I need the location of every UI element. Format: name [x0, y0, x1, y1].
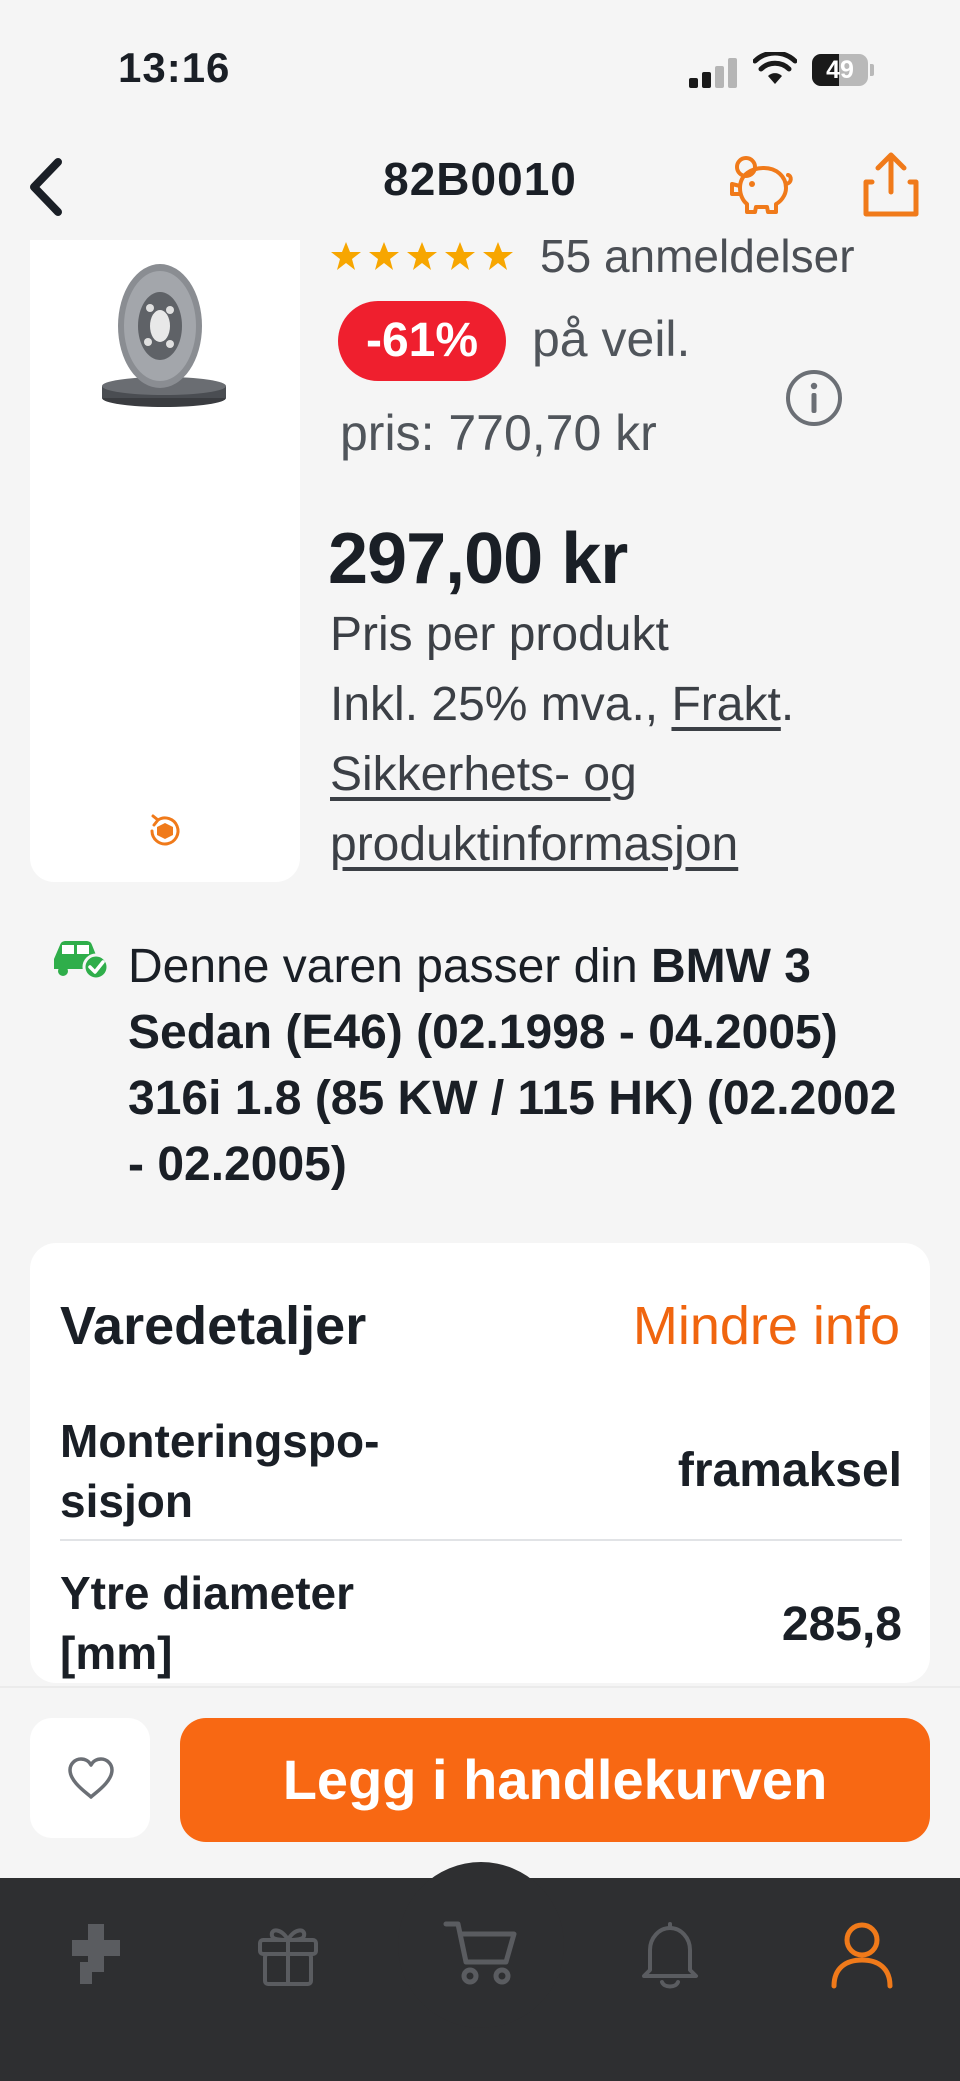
fitment-prefix: Denne varen passer din — [128, 940, 651, 993]
details-title: Varedetaljer — [60, 1296, 367, 1356]
less-info-link[interactable]: Mindre info — [633, 1295, 900, 1357]
rrp-label: på veil. — [532, 311, 691, 367]
battery-icon: 49 — [812, 54, 874, 86]
status-bar: 13:16 49 — [0, 0, 960, 130]
tab-profile[interactable] — [822, 1914, 902, 1994]
review-count: 55 anmeldelser — [540, 230, 855, 282]
spec-row: Monteringspo- sisjon framaksel — [60, 1411, 902, 1541]
vat-text: Inkl. 25% mva., — [330, 678, 672, 731]
360-view-icon[interactable] — [146, 812, 184, 850]
star-icon — [331, 242, 361, 270]
status-time: 13:16 — [118, 44, 231, 91]
spec-row: Ytre diameter [mm] 285,8 — [60, 1563, 902, 1683]
star-icon — [407, 242, 437, 270]
cellular-signal-icon — [689, 58, 737, 88]
gift-icon — [258, 1928, 318, 1986]
rrp-price: pris: 770,70 kr — [340, 405, 657, 461]
heart-icon — [68, 1757, 114, 1799]
share-button[interactable] — [856, 148, 926, 220]
profile-icon — [831, 1922, 893, 1989]
tab-cart[interactable] — [438, 1910, 518, 1990]
price: 297,00 kr — [328, 519, 628, 599]
vat-line: Inkl. 25% mva., Frakt. — [330, 670, 794, 740]
shipping-link[interactable]: Frakt — [671, 678, 780, 731]
spec-label-line: Monteringspo- — [60, 1415, 380, 1467]
wishlist-button[interactable] — [30, 1718, 150, 1838]
info-icon[interactable] — [784, 368, 844, 428]
cart-icon — [443, 1921, 517, 1985]
tab-bar — [0, 1862, 960, 2081]
product-image[interactable] — [30, 240, 300, 882]
nav-header: 82B0010 — [0, 130, 960, 240]
bell-icon — [642, 1922, 698, 1989]
spec-label-line: Ytre diameter — [60, 1567, 355, 1619]
piggy-bank-button[interactable] — [726, 150, 796, 220]
tab-gift[interactable] — [248, 1914, 328, 1994]
period: . — [780, 678, 795, 731]
price-per-product: Pris per produkt — [330, 608, 669, 661]
safety-info-link-line2[interactable]: produktinformasjon — [330, 818, 738, 871]
spec-label: Monteringspo- sisjon — [60, 1411, 500, 1531]
discount-badge: -61% — [338, 301, 506, 381]
star-icon — [483, 242, 513, 270]
details-card: Varedetaljer Mindre info Monteringspo- s… — [30, 1243, 930, 1683]
star-rating — [330, 240, 514, 272]
spec-label: Ytre diameter [mm] — [60, 1563, 500, 1683]
fitment-text: Denne varen passer din BMW 3 Sedan (E46)… — [128, 934, 918, 1198]
battery-level: 49 — [826, 56, 854, 84]
star-icon — [445, 242, 475, 270]
safety-info-link-cont[interactable]: produktinformasjon — [330, 810, 738, 880]
brake-disc-image — [102, 264, 226, 407]
star-icon — [369, 242, 399, 270]
home-icon — [72, 1924, 120, 1984]
add-to-cart-button[interactable]: Legg i handlekurven — [180, 1718, 930, 1842]
tab-home[interactable] — [58, 1914, 138, 1994]
piggy-bank-icon — [730, 156, 793, 214]
action-bar: Legg i handlekurven — [0, 1686, 960, 1878]
rating-row[interactable]: 55 anmeldelser — [330, 228, 855, 284]
safety-info-link[interactable]: Sikkerhets- og — [330, 740, 637, 810]
spec-value: framaksel — [677, 1444, 902, 1497]
spec-label-line: [mm] — [60, 1627, 173, 1679]
spec-label-line: sisjon — [60, 1475, 193, 1527]
share-icon — [863, 152, 919, 217]
safety-info-link-line1[interactable]: Sikkerhets- og — [330, 748, 637, 801]
tab-notifications[interactable] — [630, 1914, 710, 1994]
car-check-icon — [54, 941, 110, 981]
spec-value: 285,8 — [781, 1598, 902, 1651]
page-title: 82B0010 — [383, 153, 577, 205]
wifi-icon — [753, 52, 797, 84]
